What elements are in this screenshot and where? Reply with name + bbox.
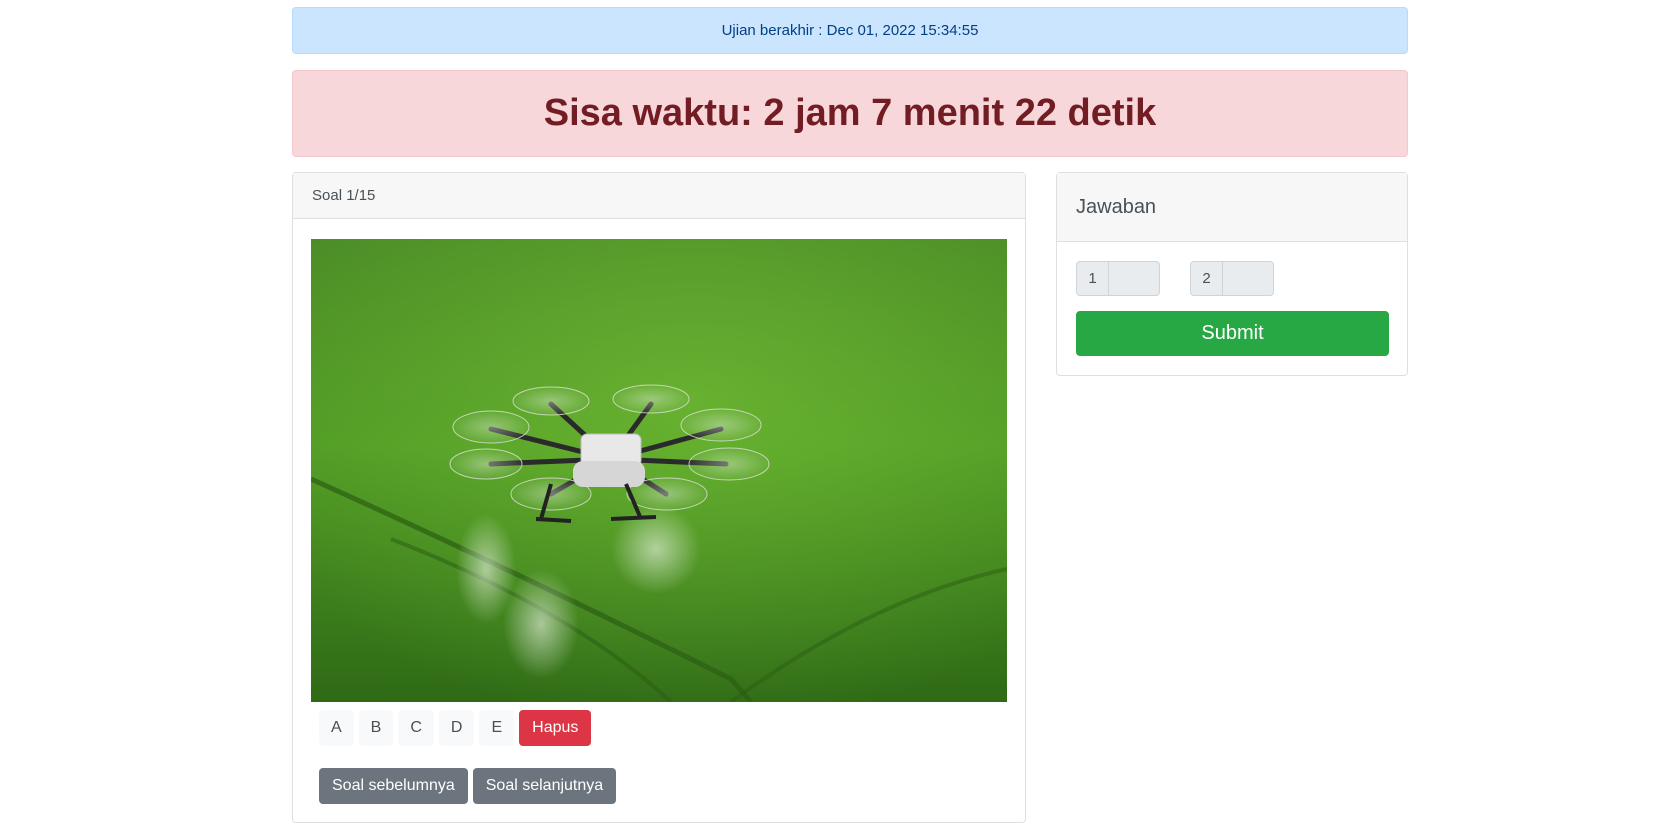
option-d-button[interactable]: D	[438, 710, 475, 746]
exam-end-text: Ujian berakhir : Dec 01, 2022 15:34:55	[721, 22, 979, 39]
answer-sheet-card: Jawaban 1 2 Submit	[1056, 172, 1408, 376]
option-b-button[interactable]: B	[358, 710, 394, 746]
question-header: Soal 1/15	[293, 173, 1025, 219]
answer-sheet-title: Jawaban	[1076, 195, 1157, 218]
submit-button[interactable]: Submit	[1076, 311, 1389, 356]
option-a-button[interactable]: A	[319, 710, 354, 746]
clear-answer-button[interactable]: Hapus	[519, 710, 592, 746]
answer-number[interactable]: 2	[1190, 261, 1223, 296]
drone-photo-icon	[311, 239, 1007, 702]
answer-value[interactable]	[1109, 261, 1160, 296]
question-navigation: Soal sebelumnya Soal selanjutnya	[319, 768, 617, 804]
answer-item-1[interactable]: 1	[1076, 261, 1160, 296]
answer-item-2[interactable]: 2	[1190, 261, 1274, 296]
next-question-button[interactable]: Soal selanjutnya	[472, 768, 617, 804]
countdown-timer-alert: Sisa waktu: 2 jam 7 menit 22 detik	[292, 70, 1408, 157]
answer-value[interactable]	[1223, 261, 1274, 296]
option-e-button[interactable]: E	[479, 710, 515, 746]
answer-sheet-header: Jawaban	[1057, 173, 1407, 242]
answer-list: 1 2	[1076, 261, 1274, 296]
countdown-timer-text: Sisa waktu: 2 jam 7 menit 22 detik	[543, 92, 1157, 134]
question-image	[311, 239, 1007, 702]
question-number: Soal 1/15	[312, 187, 376, 204]
option-buttons: A B C D E Hapus	[319, 710, 592, 746]
option-c-button[interactable]: C	[398, 710, 434, 746]
exam-end-alert: Ujian berakhir : Dec 01, 2022 15:34:55	[292, 7, 1408, 54]
previous-question-button[interactable]: Soal sebelumnya	[319, 768, 468, 804]
answer-number[interactable]: 1	[1076, 261, 1109, 296]
question-card: Soal 1/15 A B C D E Hapus Soal sebelumny…	[292, 172, 1026, 823]
